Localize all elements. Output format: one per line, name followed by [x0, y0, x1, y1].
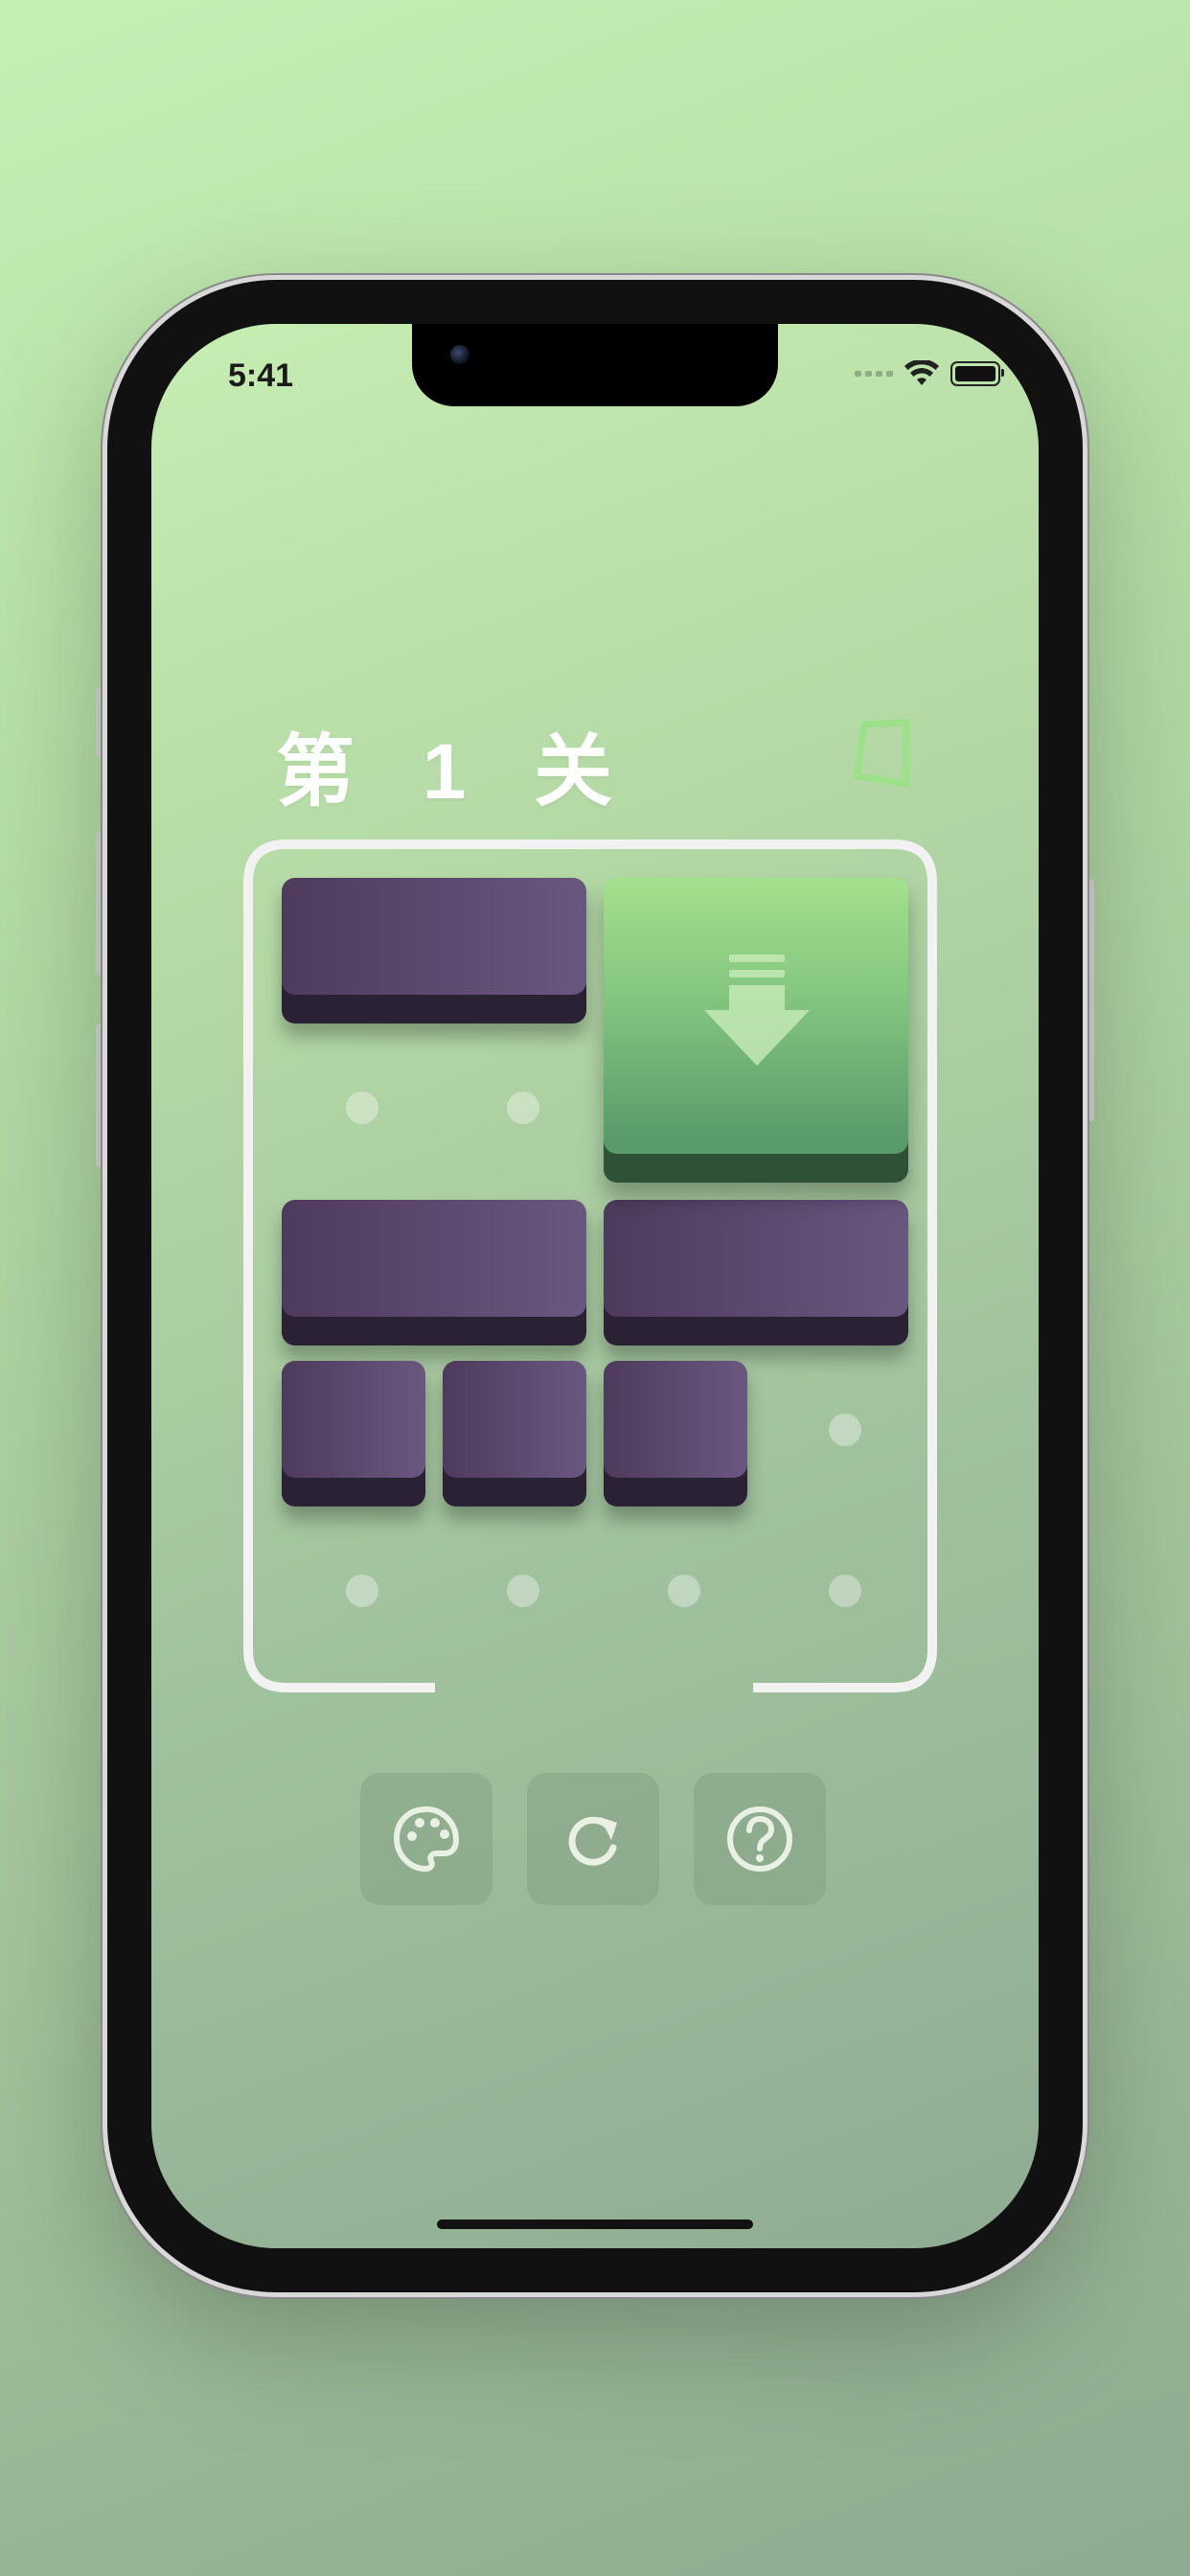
mute-switch: [96, 688, 105, 757]
question-circle-icon: [727, 1806, 792, 1872]
game-screen: 5:41 第 1 关: [151, 324, 1039, 2248]
small-block[interactable]: [282, 1361, 425, 1506]
battery-icon: [950, 361, 1004, 386]
volume-up-button: [96, 832, 105, 976]
horizontal-block[interactable]: [604, 1200, 908, 1346]
home-indicator[interactable]: [437, 2220, 753, 2229]
empty-cell-dot: [346, 1575, 378, 1607]
wifi-icon: [904, 360, 939, 385]
volume-down-button: [96, 1024, 105, 1167]
puzzle-board: [243, 840, 937, 1692]
theme-button[interactable]: [360, 1773, 492, 1905]
empty-cell-dot: [507, 1575, 539, 1607]
notch: [412, 324, 778, 406]
horizontal-block[interactable]: [282, 878, 586, 1024]
small-block[interactable]: [604, 1361, 747, 1506]
palette-icon: [393, 1806, 460, 1873]
restart-button[interactable]: [527, 1773, 659, 1905]
empty-cell-dot: [829, 1414, 861, 1446]
cellular-signal-icon: [855, 371, 893, 377]
empty-cell-dot: [507, 1092, 539, 1124]
empty-cell-dot: [829, 1575, 861, 1607]
goal-block[interactable]: [604, 878, 908, 1183]
horizontal-block[interactable]: [282, 1200, 586, 1346]
control-bar: [360, 1773, 826, 1905]
power-button: [1085, 880, 1094, 1121]
empty-cell-dot: [668, 1575, 700, 1607]
empty-cell-dot: [346, 1092, 378, 1124]
level-title: 第 1 关: [276, 728, 636, 816]
small-block[interactable]: [443, 1361, 586, 1506]
down-arrow-icon: [704, 954, 810, 1066]
status-time: 5:41: [228, 357, 294, 394]
trapezoid-outline-icon[interactable]: [851, 717, 918, 794]
status-indicators: [855, 360, 1004, 387]
refresh-icon: [568, 1816, 617, 1866]
front-camera: [450, 345, 469, 364]
help-button[interactable]: [694, 1773, 826, 1905]
